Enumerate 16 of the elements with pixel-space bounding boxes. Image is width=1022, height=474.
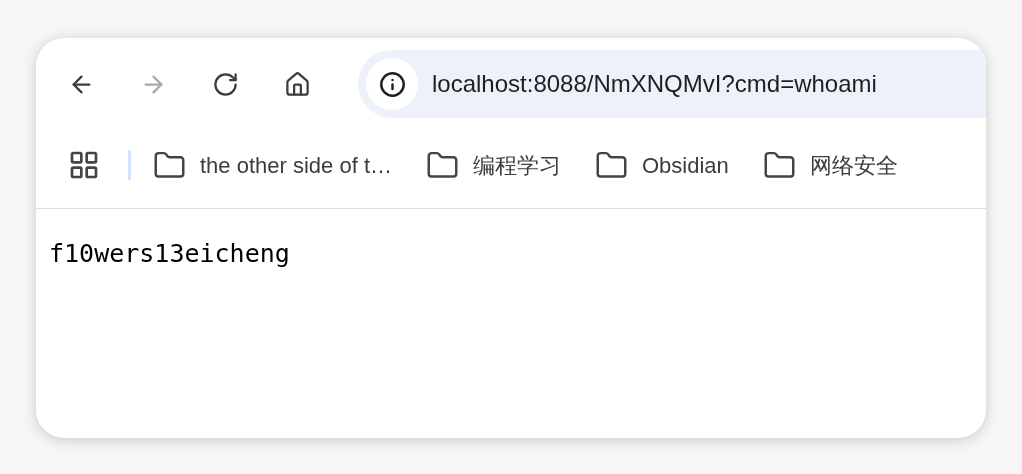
bookmark-folder[interactable]: 编程学习 bbox=[418, 143, 569, 187]
house-icon bbox=[283, 70, 311, 98]
bookmark-folder[interactable]: Obsidian bbox=[587, 143, 737, 187]
info-icon bbox=[378, 70, 406, 98]
address-bar[interactable]: localhost:8088/NmXNQMvI?cmd=whoami bbox=[358, 50, 986, 118]
bookmark-folder[interactable]: the other side of t… bbox=[145, 143, 400, 187]
bookmark-label: the other side of t… bbox=[200, 151, 392, 180]
page-text: f10wers13eicheng bbox=[49, 239, 290, 268]
url-text: localhost:8088/NmXNQMvI?cmd=whoami bbox=[432, 69, 877, 99]
bookmark-label: 网络安全 bbox=[809, 151, 898, 180]
bookmark-label: Obsidian bbox=[642, 151, 729, 180]
reload-icon bbox=[211, 70, 239, 98]
apps-grid-icon[interactable] bbox=[68, 149, 100, 181]
bookmark-label: 编程学习 bbox=[473, 151, 561, 180]
bookmark-folder[interactable]: 网络安全 bbox=[754, 143, 906, 187]
site-info-button[interactable] bbox=[366, 58, 418, 110]
